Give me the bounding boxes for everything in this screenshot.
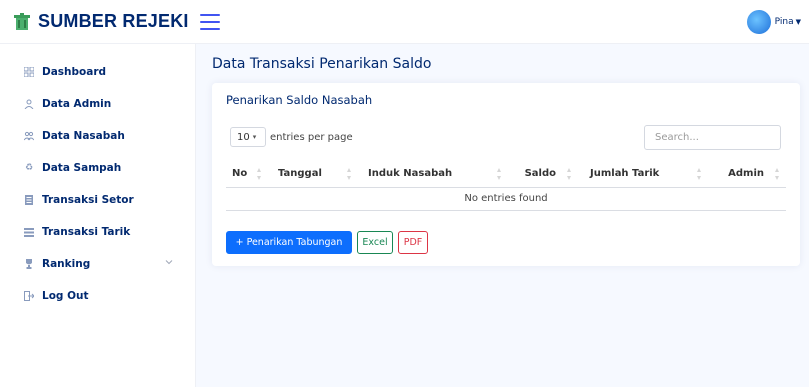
sidebar-item-label: Transaksi Setor <box>42 194 134 206</box>
sort-icon <box>697 168 702 180</box>
sidebar-item-dashboard[interactable]: Dashboard <box>0 56 195 88</box>
export-pdf-button[interactable]: PDF <box>398 231 428 254</box>
sidebar-item-label: Data Admin <box>42 98 112 110</box>
sort-icon <box>347 168 352 180</box>
hamburger-icon-line <box>200 27 220 30</box>
brand-logo[interactable]: SUMBER REJEKI <box>12 11 192 32</box>
column-header-tanggal[interactable]: Tanggal <box>268 161 358 188</box>
sidebar-item-data-nasabah[interactable]: Data Nasabah <box>0 120 195 152</box>
brand-name: SUMBER REJEKI <box>38 11 189 31</box>
column-header-saldo[interactable]: Saldo <box>508 161 578 188</box>
logout-icon <box>24 291 34 301</box>
column-header-label: No <box>232 168 248 180</box>
hamburger-icon-line <box>200 20 220 23</box>
per-page-value: 10 <box>237 131 250 143</box>
recycle-icon: ♻ <box>24 163 34 173</box>
sidebar-item-label: Dashboard <box>42 66 107 78</box>
table-actions: + Penarikan Tabungan Excel PDF <box>226 231 433 254</box>
column-header-label: Jumlah Tarik <box>590 168 660 180</box>
list-icon <box>24 228 34 237</box>
sidebar: Dashboard Data Admin Data Nasabah ♻ Data… <box>0 44 196 387</box>
column-header-label: Admin <box>728 168 764 180</box>
sidebar-item-transaksi-tarik[interactable]: Transaksi Tarik <box>0 216 195 248</box>
recycle-bin-icon <box>14 12 30 30</box>
table-row: No entries found <box>226 187 786 211</box>
sort-icon <box>567 168 572 180</box>
hamburger-icon-line <box>200 13 220 16</box>
withdrawal-table: No Tanggal Induk Nasabah Saldo Jumlah Ta… <box>226 161 786 211</box>
sort-icon <box>257 168 262 180</box>
sidebar-item-label: Ranking <box>42 258 91 270</box>
profile-dropdown[interactable]: Pina ▼ <box>746 10 801 34</box>
sidebar-item-ranking[interactable]: Ranking <box>0 248 195 280</box>
entries-per-page-control: 10 ▾ entries per page <box>230 127 353 147</box>
column-header-label: Induk Nasabah <box>368 168 453 180</box>
top-header: SUMBER REJEKI Pina ▼ <box>0 0 809 44</box>
trophy-icon <box>26 259 32 269</box>
column-header-jumlah-tarik[interactable]: Jumlah Tarik <box>578 161 708 188</box>
search-input[interactable] <box>644 125 781 150</box>
withdrawal-card: Penarikan Saldo Nasabah 10 ▾ entries per… <box>212 83 800 266</box>
chevron-down-icon: ▾ <box>252 133 257 141</box>
column-header-label: Tanggal <box>278 168 322 180</box>
column-header-label: Saldo <box>524 168 556 180</box>
sidebar-item-data-sampah[interactable]: ♻ Data Sampah <box>0 152 195 184</box>
person-icon <box>24 99 34 109</box>
sort-icon <box>775 168 780 180</box>
sidebar-item-transaksi-setor[interactable]: Transaksi Setor <box>0 184 195 216</box>
column-header-induk-nasabah[interactable]: Induk Nasabah <box>358 161 508 188</box>
column-header-admin[interactable]: Admin <box>708 161 786 188</box>
export-excel-button[interactable]: Excel <box>357 231 393 254</box>
profile-name: Pina <box>774 17 794 27</box>
people-icon <box>24 131 34 141</box>
page-title: Data Transaksi Penarikan Saldo <box>212 56 432 72</box>
sidebar-item-label: Data Sampah <box>42 162 122 174</box>
per-page-label: entries per page <box>270 131 353 143</box>
chevron-down-icon <box>165 260 173 265</box>
document-icon <box>25 195 33 205</box>
empty-table-message: No entries found <box>226 187 786 211</box>
avatar <box>746 10 771 34</box>
caret-down-icon: ▼ <box>795 18 801 26</box>
sidebar-item-label: Log Out <box>42 290 89 302</box>
sidebar-toggle-button[interactable] <box>200 13 220 30</box>
sidebar-item-label: Transaksi Tarik <box>42 226 131 238</box>
sidebar-item-label: Data Nasabah <box>42 130 125 142</box>
card-title: Penarikan Saldo Nasabah <box>226 93 373 107</box>
per-page-select[interactable]: 10 ▾ <box>230 127 266 147</box>
sidebar-item-data-admin[interactable]: Data Admin <box>0 88 195 120</box>
sort-icon <box>497 168 502 180</box>
grid-icon <box>24 67 34 77</box>
add-withdrawal-button[interactable]: + Penarikan Tabungan <box>226 231 352 254</box>
sidebar-item-log-out[interactable]: Log Out <box>0 280 195 312</box>
column-header-no[interactable]: No <box>226 161 268 188</box>
table-header-row: No Tanggal Induk Nasabah Saldo Jumlah Ta… <box>226 161 786 188</box>
